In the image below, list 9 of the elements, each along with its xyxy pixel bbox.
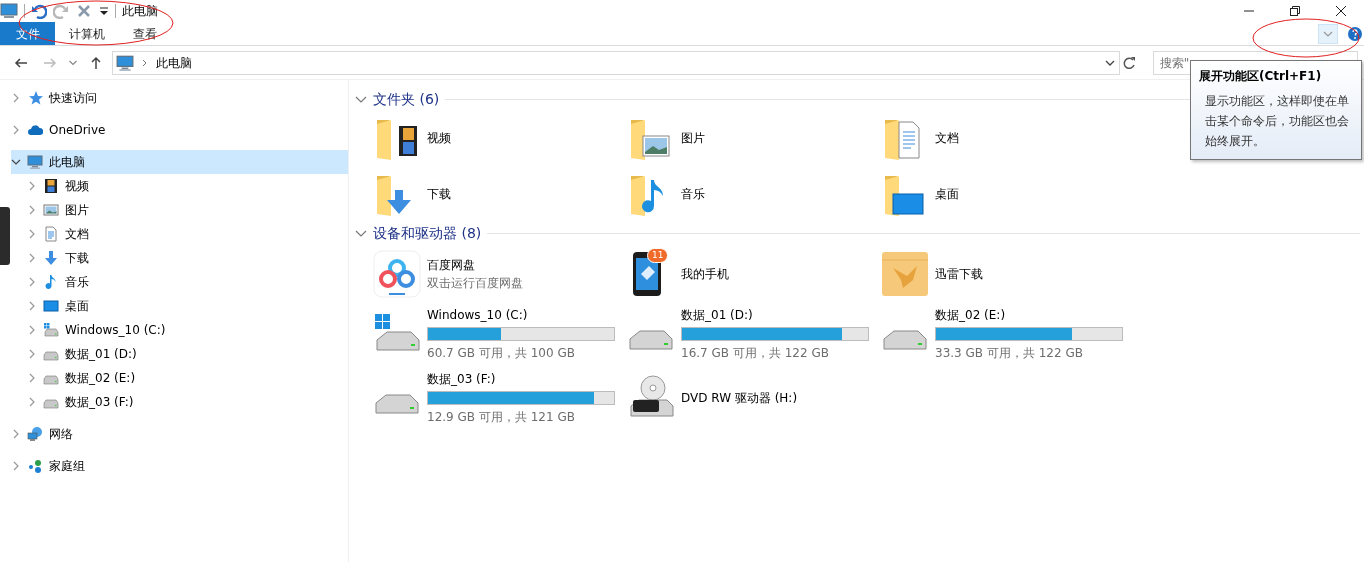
free-space-text: 60.7 GB 可用，共 100 GB: [427, 345, 576, 362]
window-title: 此电脑: [122, 3, 158, 20]
free-space-text: 33.3 GB 可用，共 122 GB: [935, 345, 1084, 362]
notification-badge: 11: [647, 248, 669, 263]
free-space-text: 16.7 GB 可用，共 122 GB: [681, 345, 830, 362]
item-subtitle: 双击运行百度网盘: [427, 275, 523, 292]
free-space-text: 12.9 GB 可用，共 121 GB: [427, 409, 576, 426]
tooltip-text: 显示功能区，这样即使在单击某个命令后，功能区也会始终展开。: [1204, 93, 1350, 150]
tooltip-title: 展开功能区(Ctrl+F1): [1199, 68, 1323, 85]
